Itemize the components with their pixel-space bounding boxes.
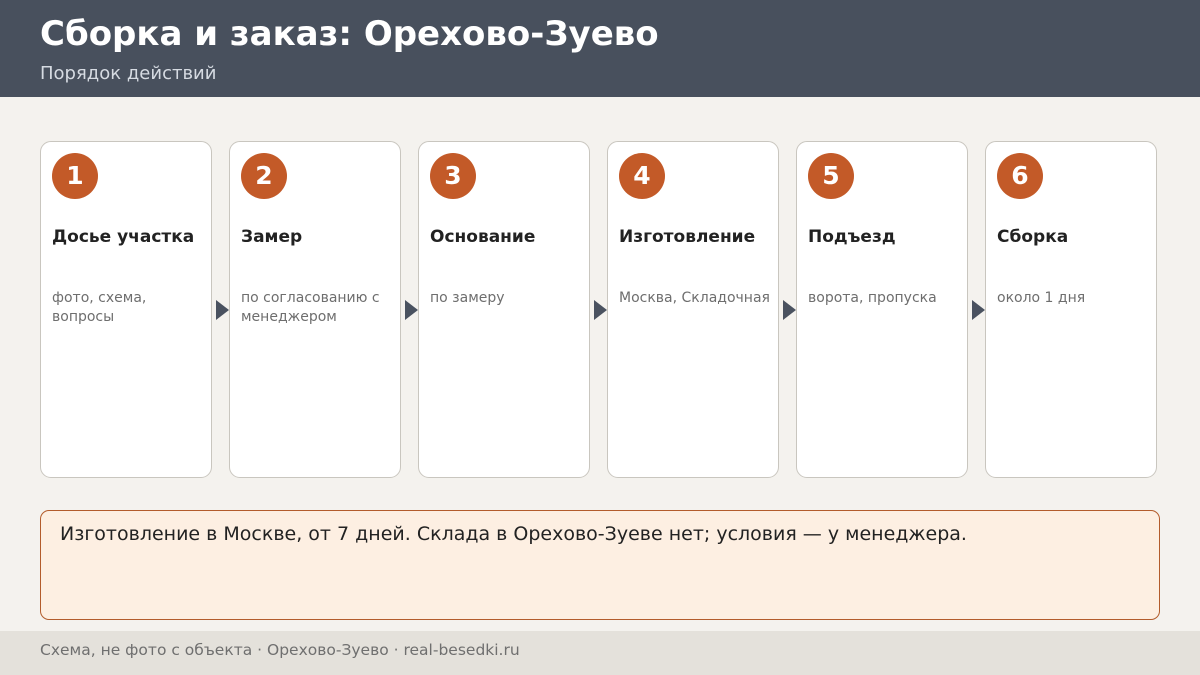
step-description: по замеру [430,290,505,306]
step-description: фото, схема, вопросы [52,290,147,325]
step-number-badge: 3 [430,153,476,199]
footer-text: Схема, не фото с объекта · Орехово-Зуево… [40,641,520,659]
step-number-badge: 5 [808,153,854,199]
step-description: по согласованию с менеджером [241,290,380,325]
step-number-badge: 6 [997,153,1043,199]
arrow-right-icon [216,300,229,320]
arrow-right-icon [405,300,418,320]
step-description: ворота, пропуска [808,290,937,306]
footer: Схема, не фото с объекта · Орехово-Зуево… [0,631,1200,675]
info-note: Изготовление в Москве, от 7 дней. Склада… [40,510,1160,620]
step-description: около 1 дня [997,290,1086,306]
step-description: Москва, Складочная [619,290,770,306]
arrow-right-icon [783,300,796,320]
step-card: 2 Замер по согласованию с менеджером [229,141,401,478]
page-title: Сборка и заказ: Орехово-Зуево [40,14,659,54]
step-card: 1 Досье участка фото, схема, вопросы [40,141,212,478]
step-card: 3 Основание по замеру [418,141,590,478]
page-subtitle: Порядок действий [40,63,217,84]
step-number-badge: 2 [241,153,287,199]
step-title: Изготовление [619,227,756,247]
step-title: Досье участка [52,227,195,247]
arrow-right-icon [594,300,607,320]
arrow-right-icon [972,300,985,320]
step-title: Сборка [997,227,1069,247]
step-number-badge: 4 [619,153,665,199]
step-title: Замер [241,227,303,247]
step-number-badge: 1 [52,153,98,199]
header: Сборка и заказ: Орехово-Зуево Порядок де… [0,0,1200,97]
step-title: Подъезд [808,227,896,247]
step-title: Основание [430,227,536,247]
step-card: 4 Изготовление Москва, Складочная [607,141,779,478]
step-card: 6 Сборка около 1 дня [985,141,1157,478]
step-card: 5 Подъезд ворота, пропуска [796,141,968,478]
note-text: Изготовление в Москве, от 7 дней. Склада… [60,523,967,545]
